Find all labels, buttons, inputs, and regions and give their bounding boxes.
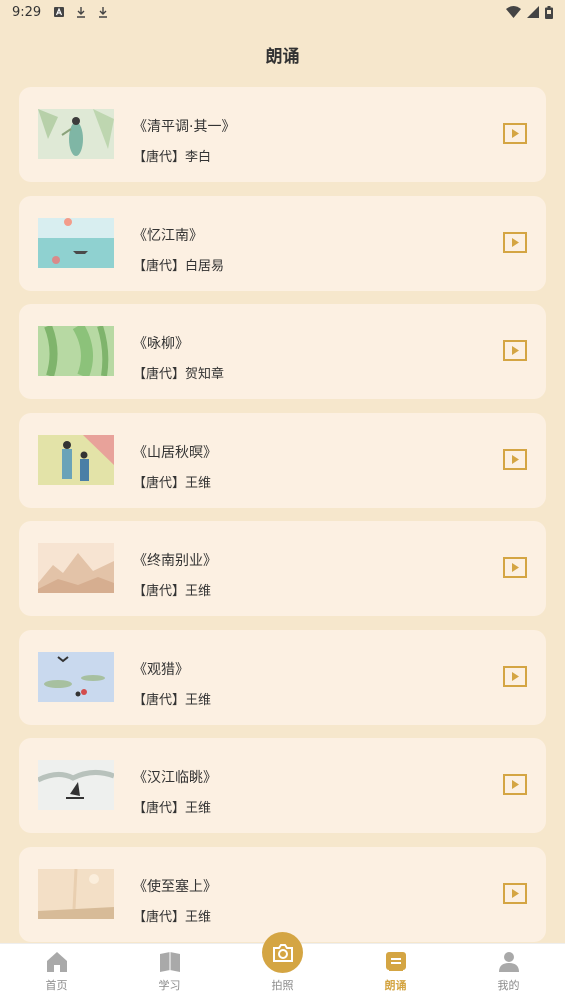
poem-title: 《清平调·其一》 <box>133 119 236 135</box>
tab-recite[interactable]: 朗诵 <box>339 944 452 1004</box>
tab-label: 首页 <box>45 979 68 992</box>
app-screen: 9:29 朗诵 《清平调·其一》 【唐代】李白 《忆江南》 【唐代】白居易 《咏… <box>0 0 565 1004</box>
poem-thumbnail <box>38 651 114 702</box>
poem-title: 《终南别业》 <box>133 553 217 569</box>
home-icon <box>46 952 67 972</box>
poem-thumbnail <box>38 326 114 376</box>
camera-icon <box>272 943 293 962</box>
tab-study[interactable]: 学习 <box>113 944 226 1004</box>
poem-title: 《观猎》 <box>133 661 189 678</box>
play-icon[interactable] <box>503 123 527 144</box>
poem-card[interactable]: 《山居秋暝》 【唐代】王维 <box>19 412 546 508</box>
play-icon[interactable] <box>503 665 527 687</box>
recite-icon <box>385 952 406 971</box>
play-icon[interactable] <box>503 882 527 904</box>
tab-profile[interactable]: 我的 <box>452 944 565 1004</box>
play-icon[interactable] <box>503 340 527 361</box>
poem-title: 《忆江南》 <box>133 227 203 244</box>
status-bar: 9:29 <box>0 0 565 24</box>
poem-thumbnail <box>38 760 114 810</box>
download-icon <box>77 7 86 18</box>
tab-label: 朗诵 <box>384 979 407 992</box>
poem-author: 【唐代】贺知章 <box>133 367 225 382</box>
status-right-icons <box>506 5 553 19</box>
poem-title: 《咏柳》 <box>133 336 189 352</box>
play-icon[interactable] <box>503 448 527 470</box>
bottom-tab-bar: 首页 学习 拍照 朗诵 我的 <box>0 932 565 1004</box>
poem-author: 【唐代】王维 <box>133 909 212 925</box>
poem-card[interactable]: 《忆江南》 【唐代】白居易 <box>19 195 546 291</box>
tab-home[interactable]: 首页 <box>0 944 113 1004</box>
poem-card[interactable]: 《观猎》 【唐代】王维 <box>19 629 546 725</box>
download-icon <box>99 7 108 18</box>
poem-author: 【唐代】王维 <box>133 692 212 708</box>
play-icon[interactable] <box>503 231 527 253</box>
profile-icon <box>498 952 519 972</box>
poem-author: 【唐代】王维 <box>133 584 212 599</box>
poem-author: 【唐代】白居易 <box>133 258 225 274</box>
poem-author: 【唐代】李白 <box>133 150 212 165</box>
poem-thumbnail <box>38 434 114 485</box>
poem-thumbnail <box>38 868 114 919</box>
book-icon <box>159 952 180 972</box>
tab-label: 我的 <box>497 979 520 992</box>
poem-author: 【唐代】王维 <box>133 801 212 816</box>
tab-label: 拍照 <box>271 979 294 992</box>
poem-thumbnail <box>38 217 114 268</box>
poem-title: 《使至塞上》 <box>133 878 217 895</box>
play-icon[interactable] <box>503 557 527 578</box>
poem-card[interactable]: 《咏柳》 【唐代】贺知章 <box>19 304 546 399</box>
battery-icon <box>545 5 553 19</box>
poem-card[interactable]: 《清平调·其一》 【唐代】李白 <box>19 87 546 182</box>
camera-button[interactable] <box>262 932 303 973</box>
wifi-icon <box>506 6 521 18</box>
poem-title: 《山居秋暝》 <box>133 444 217 461</box>
poem-card[interactable]: 《使至塞上》 【唐代】王维 <box>19 846 546 942</box>
poem-thumbnail <box>38 109 114 159</box>
tab-camera[interactable]: 拍照 <box>226 932 339 1004</box>
poem-card[interactable]: 《终南别业》 【唐代】王维 <box>19 521 546 616</box>
a-icon <box>54 7 65 17</box>
tab-label: 学习 <box>158 979 181 992</box>
poem-thumbnail <box>38 543 114 593</box>
page-title: 朗诵 <box>265 47 300 67</box>
poem-title: 《汉江临眺》 <box>133 770 217 786</box>
status-time: 9:29 <box>12 4 42 20</box>
signal-icon <box>527 6 539 18</box>
poem-list[interactable]: 《清平调·其一》 【唐代】李白 《忆江南》 【唐代】白居易 《咏柳》 【唐代】贺… <box>19 87 546 955</box>
poem-author: 【唐代】王维 <box>133 475 212 491</box>
play-icon[interactable] <box>503 774 527 795</box>
poem-card[interactable]: 《汉江临眺》 【唐代】王维 <box>19 738 546 833</box>
